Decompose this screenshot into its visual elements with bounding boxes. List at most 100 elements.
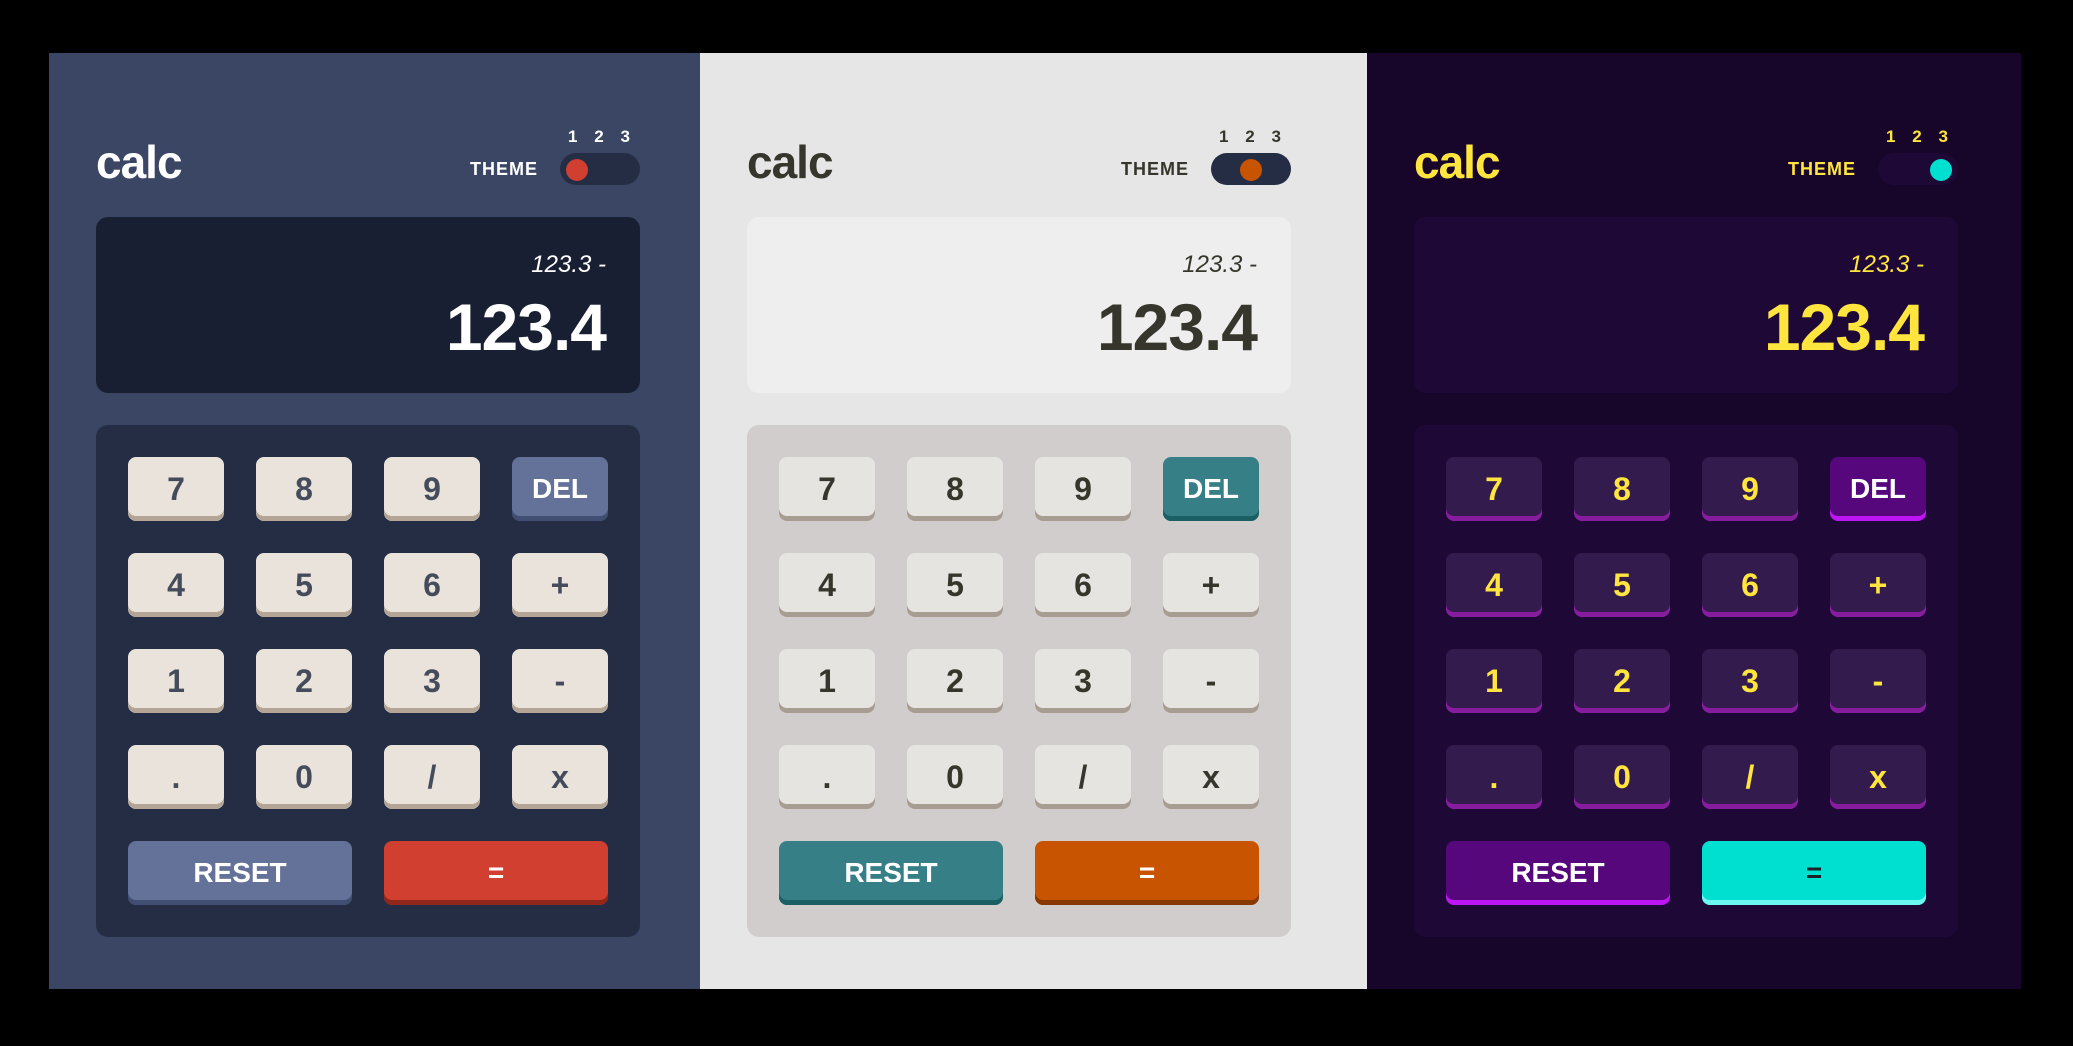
key-6[interactable]: 6 [384, 553, 480, 617]
key-decimal[interactable]: . [779, 745, 875, 809]
theme-switcher: 1 2 3 THEME [1788, 127, 1958, 185]
app-logo: calc [96, 136, 183, 188]
theme-numbers: 1 2 3 [1886, 127, 1948, 147]
key-4[interactable]: 4 [128, 553, 224, 617]
calculator-theme-2: calc 1 2 3 THEME 123.3 - 123.4 7 8 9 DEL… [700, 53, 1367, 989]
keypad: 7 8 9 DEL 4 5 6 + 1 2 3 - . 0 / x RESET … [1414, 425, 1958, 937]
key-4[interactable]: 4 [1446, 553, 1542, 617]
delete-button[interactable]: DEL [1163, 457, 1259, 521]
theme-number-1[interactable]: 1 [1886, 127, 1895, 147]
key-3[interactable]: 3 [1035, 649, 1131, 713]
equals-button[interactable]: = [384, 841, 608, 905]
key-0[interactable]: 0 [1574, 745, 1670, 809]
theme-number-1[interactable]: 1 [1219, 127, 1228, 147]
key-divide[interactable]: / [1702, 745, 1798, 809]
theme-toggle-knob[interactable] [566, 159, 588, 181]
key-decimal[interactable]: . [1446, 745, 1542, 809]
key-grid: 7 8 9 DEL 4 5 6 + 1 2 3 - . 0 / x [779, 457, 1259, 809]
theme-toggle-knob[interactable] [1930, 159, 1952, 181]
theme-switcher: 1 2 3 THEME [1121, 127, 1291, 185]
theme-toggle-knob[interactable] [1240, 159, 1262, 181]
current-value: 123.4 [1763, 290, 1925, 364]
key-multiply[interactable]: x [1830, 745, 1926, 809]
calculator-body: calc 1 2 3 THEME 123.3 - 123.4 7 8 9 DEL… [747, 53, 1291, 989]
previous-operand: 123.3 - [1182, 251, 1257, 278]
equals-button[interactable]: = [1035, 841, 1259, 905]
app-logo: calc [747, 136, 834, 188]
current-value: 123.4 [1096, 290, 1258, 364]
theme-number-3[interactable]: 3 [1939, 127, 1948, 147]
equals-button[interactable]: = [1702, 841, 1926, 905]
key-plus[interactable]: + [1163, 553, 1259, 617]
calculator-theme-1: calc 1 2 3 THEME 123.3 - 123.4 7 8 9 DEL… [49, 53, 700, 989]
key-1[interactable]: 1 [779, 649, 875, 713]
key-minus[interactable]: - [1163, 649, 1259, 713]
key-2[interactable]: 2 [256, 649, 352, 713]
key-2[interactable]: 2 [1574, 649, 1670, 713]
delete-button[interactable]: DEL [1830, 457, 1926, 521]
key-2[interactable]: 2 [907, 649, 1003, 713]
bottom-row: RESET = [779, 841, 1259, 905]
theme-label: THEME [1788, 159, 1856, 179]
theme-label: THEME [470, 159, 538, 179]
key-5[interactable]: 5 [1574, 553, 1670, 617]
key-4[interactable]: 4 [779, 553, 875, 617]
key-0[interactable]: 0 [907, 745, 1003, 809]
key-grid: 7 8 9 DEL 4 5 6 + 1 2 3 - . 0 / x [128, 457, 608, 809]
theme-number-2[interactable]: 2 [1245, 127, 1254, 147]
theme-label: THEME [1121, 159, 1189, 179]
theme-number-3[interactable]: 3 [1272, 127, 1281, 147]
calculator-body: calc 1 2 3 THEME 123.3 - 123.4 7 8 9 DEL… [1414, 53, 1958, 989]
key-6[interactable]: 6 [1702, 553, 1798, 617]
key-6[interactable]: 6 [1035, 553, 1131, 617]
calculator-body: calc 1 2 3 THEME 123.3 - 123.4 7 8 9 DEL… [96, 53, 640, 989]
theme-number-2[interactable]: 2 [594, 127, 603, 147]
theme-toggle[interactable] [1211, 153, 1291, 185]
key-7[interactable]: 7 [1446, 457, 1542, 521]
key-multiply[interactable]: x [1163, 745, 1259, 809]
key-3[interactable]: 3 [1702, 649, 1798, 713]
key-plus[interactable]: + [1830, 553, 1926, 617]
theme-number-2[interactable]: 2 [1912, 127, 1921, 147]
theme-number-3[interactable]: 3 [621, 127, 630, 147]
key-minus[interactable]: - [512, 649, 608, 713]
app-logo: calc [1414, 136, 1501, 188]
key-3[interactable]: 3 [384, 649, 480, 713]
current-value: 123.4 [445, 290, 607, 364]
key-divide[interactable]: / [1035, 745, 1131, 809]
delete-button[interactable]: DEL [512, 457, 608, 521]
key-1[interactable]: 1 [128, 649, 224, 713]
keypad: 7 8 9 DEL 4 5 6 + 1 2 3 - . 0 / x RESET … [96, 425, 640, 937]
key-divide[interactable]: / [384, 745, 480, 809]
key-plus[interactable]: + [512, 553, 608, 617]
key-minus[interactable]: - [1830, 649, 1926, 713]
key-1[interactable]: 1 [1446, 649, 1542, 713]
bottom-row: RESET = [1446, 841, 1926, 905]
reset-button[interactable]: RESET [1446, 841, 1670, 905]
key-0[interactable]: 0 [256, 745, 352, 809]
key-8[interactable]: 8 [907, 457, 1003, 521]
key-5[interactable]: 5 [256, 553, 352, 617]
theme-numbers: 1 2 3 [1219, 127, 1281, 147]
key-multiply[interactable]: x [512, 745, 608, 809]
key-7[interactable]: 7 [128, 457, 224, 521]
calculator-theme-3: calc 1 2 3 THEME 123.3 - 123.4 7 8 9 DEL… [1367, 53, 2021, 989]
theme-switcher: 1 2 3 THEME [470, 127, 640, 185]
reset-button[interactable]: RESET [128, 841, 352, 905]
key-8[interactable]: 8 [256, 457, 352, 521]
reset-button[interactable]: RESET [779, 841, 1003, 905]
key-decimal[interactable]: . [128, 745, 224, 809]
previous-operand: 123.3 - [531, 251, 606, 278]
theme-number-1[interactable]: 1 [568, 127, 577, 147]
calculator-display: 123.3 - 123.4 [747, 217, 1291, 393]
key-5[interactable]: 5 [907, 553, 1003, 617]
key-9[interactable]: 9 [384, 457, 480, 521]
theme-toggle[interactable] [1878, 153, 1958, 185]
key-7[interactable]: 7 [779, 457, 875, 521]
previous-operand: 123.3 - [1849, 251, 1924, 278]
key-8[interactable]: 8 [1574, 457, 1670, 521]
key-9[interactable]: 9 [1035, 457, 1131, 521]
theme-toggle[interactable] [560, 153, 640, 185]
calculator-display: 123.3 - 123.4 [1414, 217, 1958, 393]
key-9[interactable]: 9 [1702, 457, 1798, 521]
